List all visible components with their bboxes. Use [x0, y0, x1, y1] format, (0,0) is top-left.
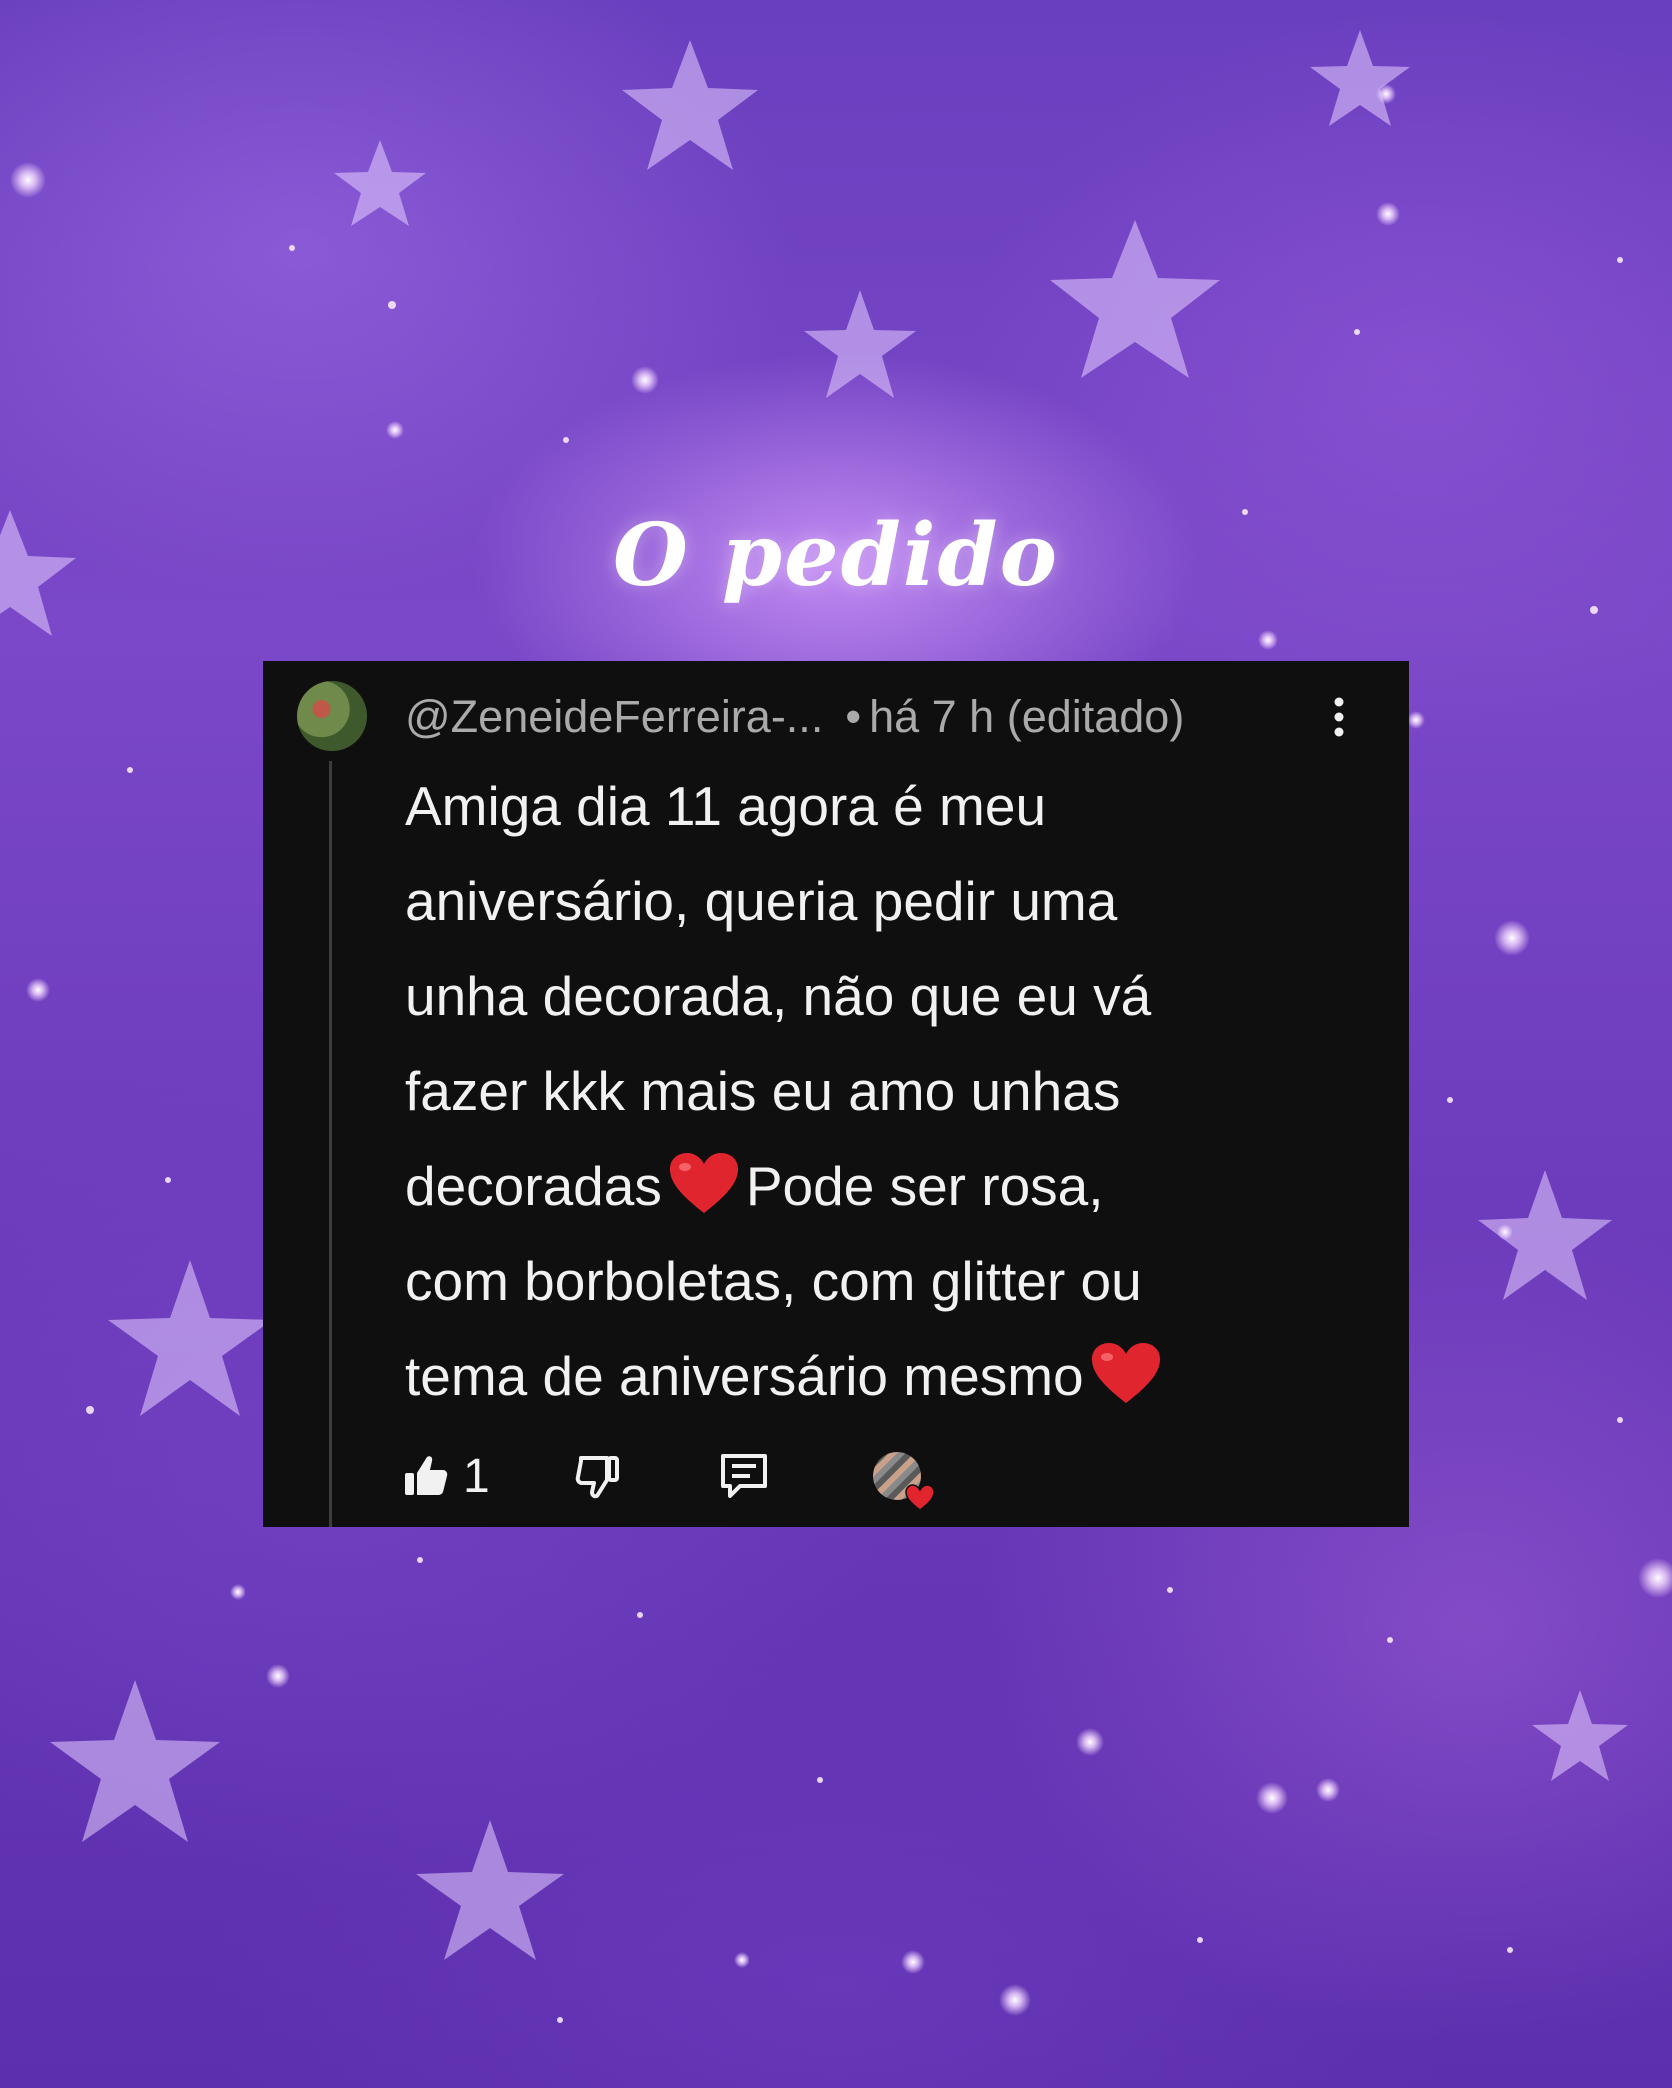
like-count: 1 — [463, 1449, 490, 1503]
separator-dot: • — [845, 691, 862, 742]
avatar[interactable] — [297, 681, 367, 751]
heart-emoji-icon — [669, 1153, 738, 1213]
creator-heart-icon — [905, 1484, 935, 1511]
thread-line — [329, 761, 332, 1527]
comment-line: unha decorada, não que eu vá — [405, 965, 1152, 1027]
like-button[interactable]: 1 — [403, 1441, 490, 1511]
comment-line-part: tema de aniversário mesmo — [405, 1345, 1084, 1407]
dislike-button[interactable] — [573, 1441, 621, 1511]
thumbs-up-icon — [405, 1456, 448, 1495]
reply-icon — [721, 1454, 767, 1498]
heart-emoji-icon — [1091, 1343, 1160, 1403]
comment-line: Amiga dia 11 agora é meu — [405, 775, 1047, 837]
comment-line-part: Pode ser rosa, — [745, 1155, 1104, 1217]
comment-line: tema de aniversário mesmo — [405, 1329, 1375, 1424]
comment-line-part: decoradas — [405, 1155, 662, 1217]
comment-actions: 1 — [403, 1441, 963, 1511]
comment-header: @ZeneideFerreira-... • há 7 h (editado) — [405, 687, 1184, 747]
creator-heart — [873, 1441, 935, 1511]
comment-card: @ZeneideFerreira-... • há 7 h (editado) … — [263, 661, 1409, 1527]
timestamp: há 7 h (editado) — [869, 691, 1185, 742]
username[interactable]: @ZeneideFerreira-... — [405, 691, 823, 743]
comment-line: aniversário, queria pedir uma — [405, 870, 1118, 932]
comment-line: fazer kkk mais eu amo unhas — [405, 1060, 1121, 1122]
comment-line: decoradas Pode ser rosa, — [405, 1139, 1375, 1234]
comment-text: Amiga dia 11 agora é meu aniversário, qu… — [405, 759, 1375, 1424]
page-title: O pedido — [613, 505, 1059, 606]
thumbs-down-icon — [575, 1456, 619, 1499]
reply-button[interactable] — [718, 1441, 770, 1511]
comment-line: com borboletas, com glitter ou — [405, 1250, 1142, 1312]
creator-avatar — [873, 1452, 935, 1511]
more-vert-icon[interactable] — [1329, 695, 1349, 739]
